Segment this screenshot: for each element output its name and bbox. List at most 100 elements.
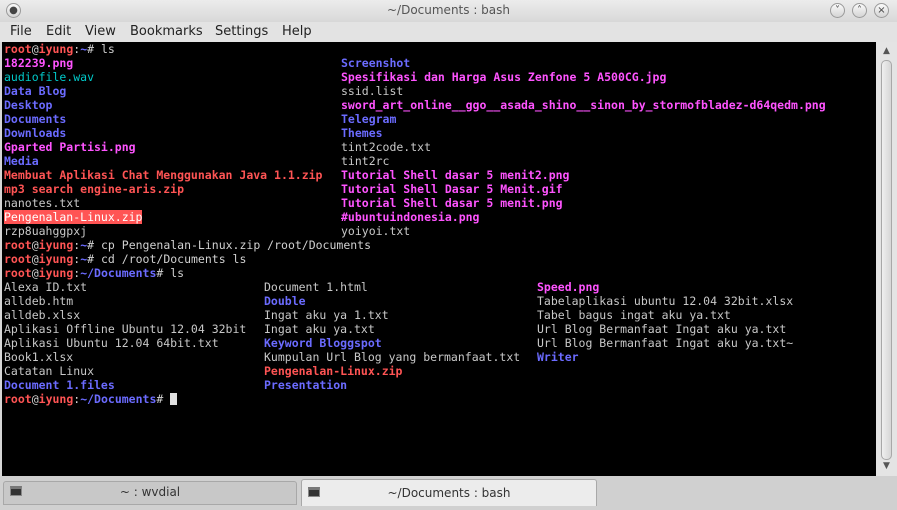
file-entry: Url Blog Bermanfaat Ingat aku ya.txt xyxy=(537,322,787,336)
command-text: ls xyxy=(94,42,115,56)
file-entry: Url Blog Bermanfaat Ingat aku ya.txt~ xyxy=(537,336,794,350)
file-entry: Tabel bagus ingat aku ya.txt xyxy=(537,308,731,322)
prompt-line: root@iyung:~# cd /root/Documents ls xyxy=(4,252,874,266)
file-entry: Writer xyxy=(537,350,579,364)
prompt-line: root@iyung:~# ls xyxy=(4,42,874,56)
output-line: Book1.xlsx Kumpulan Url Blog yang bermanf… xyxy=(4,350,874,364)
output-line: Downloads Themes xyxy=(4,126,874,140)
tab-label: ~/Documents : bash xyxy=(387,486,511,500)
output-line: rzp8uahggpxj yoiyoi.txt xyxy=(4,224,874,238)
text-cursor xyxy=(170,393,178,405)
output-line: Data Blog ssid.list xyxy=(4,84,874,98)
tab-wvdial[interactable]: ~ : wvdial xyxy=(3,481,297,505)
window-title: ~/Documents : bash xyxy=(386,3,511,17)
terminal-output[interactable]: root@iyung:~# ls 182239.png Screenshot audi… xyxy=(2,42,876,476)
file-entry: Screenshot xyxy=(341,56,411,70)
output-line: alldeb.htm Double Tabelaplikasi ubuntu 12.… xyxy=(4,294,874,308)
file-entry: Ingat aku ya 1.txt xyxy=(264,308,389,322)
file-entry: ssid.list xyxy=(341,84,404,98)
menu-file[interactable]: File xyxy=(10,24,32,39)
prompt-host: iyung xyxy=(38,238,74,252)
file-entry: Themes xyxy=(341,126,383,140)
file-entry: Downloads xyxy=(4,126,67,140)
output-line: 182239.png Screenshot xyxy=(4,56,874,70)
output-line: audiofile.wav Spesifikasi dan Harga Asus … xyxy=(4,70,874,84)
scroll-up-icon[interactable]: ▲ xyxy=(881,46,892,57)
prompt-line: root@iyung:~/Documents# ls xyxy=(4,266,874,280)
file-entry: Telegram xyxy=(341,112,397,126)
menu-help[interactable]: Help xyxy=(282,24,312,39)
file-entry: Ingat aku ya.txt xyxy=(264,322,375,336)
output-line: Gparted Partisi.png tint2code.txt xyxy=(4,140,874,154)
command-text xyxy=(163,392,170,406)
prompt-at: @ xyxy=(31,42,39,56)
tab-bar: ~ : wvdial ~/Documents : bash xyxy=(0,476,897,510)
file-entry: Aplikasi Offline Ubuntu 12.04 32bit xyxy=(4,322,247,336)
file-entry: rzp8uahggpxj xyxy=(4,224,88,238)
close-icon[interactable]: × xyxy=(874,3,889,18)
file-entry: tint2code.txt xyxy=(341,140,432,154)
file-entry: Keyword Bloggspot xyxy=(264,336,382,350)
file-entry: nanotes.txt xyxy=(4,196,81,210)
file-entry: Aplikasi Ubuntu 12.04 64bit.txt xyxy=(4,336,219,350)
file-entry: Document 1.files xyxy=(4,378,115,392)
file-entry: mp3 search engine-aris.zip xyxy=(4,182,185,196)
output-line: alldeb.xlsx Ingat aku ya 1.txt Tabel bagus… xyxy=(4,308,874,322)
file-entry: Tutorial Shell dasar 5 menit2.png xyxy=(341,168,570,182)
prompt-line: root@iyung:~/Documents# xyxy=(4,392,874,406)
prompt-at: @ xyxy=(31,238,39,252)
file-entry: Alexa ID.txt xyxy=(4,280,88,294)
file-entry: Tutorial Shell Dasar 5 Menit.gif xyxy=(341,182,563,196)
file-entry: Media xyxy=(4,154,39,168)
window-titlebar[interactable]: ● ~/Documents : bash ˅ ˄ × xyxy=(0,0,897,22)
output-line: Aplikasi Ubuntu 12.04 64bit.txt Keyword B… xyxy=(4,336,874,350)
prompt-user: root xyxy=(4,42,32,56)
menu-settings[interactable]: Settings xyxy=(215,24,268,39)
prompt-at: @ xyxy=(31,252,39,266)
file-entry: Speed.png xyxy=(537,280,600,294)
minimize-icon[interactable]: ˅ xyxy=(830,3,845,18)
file-entry: Membuat Aplikasi Chat Menggunakan Java 1… xyxy=(4,168,323,182)
menu-view[interactable]: View xyxy=(85,24,116,39)
prompt-host: iyung xyxy=(38,266,74,280)
file-entry: sword_art_online__ggo__asada_shino__sino… xyxy=(341,98,826,112)
file-entry: Double xyxy=(264,294,306,308)
output-line: Catatan Linux Pengenalan-Linux.zip xyxy=(4,364,874,378)
scroll-down-icon[interactable]: ▼ xyxy=(881,461,892,472)
output-line: Document 1.files Presentation xyxy=(4,378,874,392)
prompt-line: root@iyung:~# cp Pengenalan-Linux.zip /r… xyxy=(4,238,874,252)
file-entry: Pengenalan-Linux.zip xyxy=(264,364,403,378)
file-entry: Tutorial Shell dasar 5 menit.png xyxy=(341,196,563,210)
prompt-path: ~/Documents xyxy=(80,266,157,280)
maximize-icon[interactable]: ˄ xyxy=(852,3,867,18)
tab-label: ~ : wvdial xyxy=(119,485,181,499)
command-text: cd /root/Documents ls xyxy=(94,252,247,266)
file-entry: Data Blog xyxy=(4,84,67,98)
prompt-user: root xyxy=(4,238,32,252)
menu-bookmarks[interactable]: Bookmarks xyxy=(130,24,203,39)
prompt-host: iyung xyxy=(38,252,74,266)
scrollbar-handle[interactable] xyxy=(881,60,892,460)
file-entry: Book1.xlsx xyxy=(4,350,74,364)
file-entry: Documents xyxy=(4,112,67,126)
menu-edit[interactable]: Edit xyxy=(46,24,71,39)
file-entry: Kumpulan Url Blog yang bermanfaat.txt xyxy=(264,350,521,364)
file-entry: alldeb.xlsx xyxy=(4,308,81,322)
file-entry: Gparted Partisi.png xyxy=(4,140,136,154)
file-entry: audiofile.wav xyxy=(4,70,95,84)
file-entry: #ubuntuindonesia.png xyxy=(341,210,480,224)
file-entry: Pengenalan-Linux.zip xyxy=(4,210,143,224)
output-line: Aplikasi Offline Ubuntu 12.04 32bit Ingat… xyxy=(4,322,874,336)
output-line: Media tint2rc xyxy=(4,154,874,168)
file-entry: yoiyoi.txt xyxy=(341,224,411,238)
prompt-host: iyung xyxy=(38,42,74,56)
command-text: cp Pengenalan-Linux.zip /root/Documents xyxy=(94,238,372,252)
output-line: Documents Telegram xyxy=(4,112,874,126)
tab-documents-bash[interactable]: ~/Documents : bash xyxy=(301,479,597,506)
prompt-user: root xyxy=(4,392,32,406)
command-text: ls xyxy=(163,266,185,280)
menubar: File Edit View Bookmarks Settings Help xyxy=(0,22,897,42)
scrollbar[interactable]: ▲ ▼ xyxy=(876,42,897,476)
prompt-at: @ xyxy=(31,266,39,280)
file-entry: alldeb.htm xyxy=(4,294,74,308)
